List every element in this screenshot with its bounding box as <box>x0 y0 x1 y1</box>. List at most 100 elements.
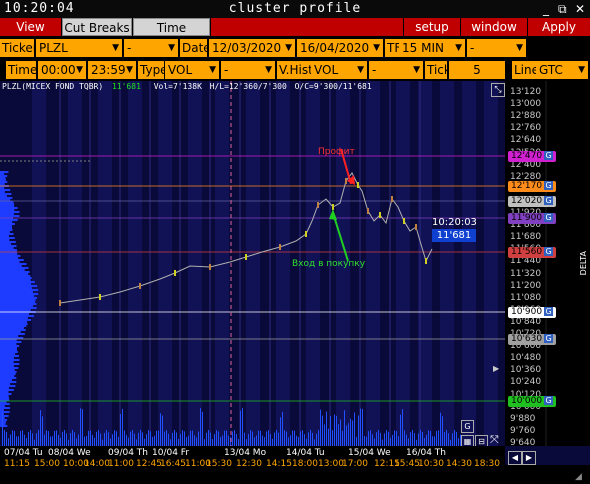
level-tag[interactable]: 10'630 G <box>508 334 557 345</box>
date-label: 10/04 Fr <box>152 448 190 458</box>
volume-bar <box>100 433 101 446</box>
info-last: 11'681 <box>111 82 141 91</box>
ticker-extra-value: - <box>127 41 132 55</box>
profile-bar <box>0 331 21 333</box>
expand-icon[interactable]: ⤧ <box>490 433 499 447</box>
minimize-button[interactable]: _ <box>543 2 549 16</box>
volume-bar <box>60 437 61 446</box>
volume-bar <box>56 430 57 446</box>
g-button[interactable]: G <box>544 307 554 316</box>
resize-grip-icon[interactable]: ◢ <box>575 472 582 482</box>
vhist-select[interactable]: VOL ▼ <box>311 61 367 79</box>
volume-bar <box>356 436 357 446</box>
profile-bar <box>0 347 17 349</box>
time-interval-button[interactable]: Time Interval <box>133 18 210 53</box>
profile-bar <box>0 403 10 405</box>
candle <box>391 196 393 202</box>
view-dom-button[interactable]: View DOM <box>0 18 61 52</box>
g-button[interactable]: G <box>544 213 554 222</box>
ticker-select[interactable]: PLZL ▼ <box>36 39 122 57</box>
volume-bar <box>104 432 105 446</box>
draw-tool-icon[interactable]: ⤡ <box>491 83 505 97</box>
volume-bar <box>290 435 291 446</box>
volume-bar <box>112 434 113 446</box>
candle <box>209 264 211 270</box>
level-tag[interactable]: 12'170 G <box>508 181 557 192</box>
vhist-extra-select[interactable]: - ▼ <box>369 61 423 79</box>
tf-extra-select[interactable]: - ▼ <box>467 39 526 57</box>
profile-bar <box>0 281 35 283</box>
time-label: 14:30 <box>446 459 472 469</box>
volume-bar <box>74 432 75 446</box>
price-tick: 12'760 <box>510 123 542 134</box>
profile-bar <box>0 411 10 413</box>
level-tag[interactable]: 11'560 G <box>508 247 557 258</box>
level-tag[interactable]: 11'900 G <box>508 213 557 224</box>
level-tag[interactable]: 10'900 G <box>508 307 557 318</box>
cut-breaks-button[interactable]: Cut Breaks <box>62 18 132 36</box>
volume-bar <box>164 431 165 446</box>
volume-bar <box>202 411 203 446</box>
tf-select[interactable]: 15 MIN ▼ <box>399 39 465 57</box>
level-tag[interactable]: 12'020 G <box>508 196 557 207</box>
volume-bar <box>396 430 397 446</box>
profile-bar <box>0 213 14 215</box>
ticker-extra-select[interactable]: - ▼ <box>124 39 178 57</box>
level-tag-label: 10'630 <box>511 334 543 344</box>
volume-bar <box>186 437 187 446</box>
scroll-left-icon[interactable]: ◀ <box>508 451 522 465</box>
volume-bar <box>4 430 5 446</box>
volume-bar <box>14 431 15 446</box>
volume-bar <box>122 408 123 446</box>
grid-toggle-icon[interactable]: G <box>461 420 474 433</box>
g-button[interactable]: G <box>544 196 554 205</box>
tick-input[interactable]: 5 <box>449 61 505 79</box>
profile-bar <box>0 215 20 217</box>
scroll-icon[interactable]: ▶ <box>493 364 499 373</box>
restore-button[interactable]: ⧉ <box>558 2 567 17</box>
setup-button[interactable]: setup <box>404 18 460 36</box>
time-from-select[interactable]: 00:00 ▼ <box>38 61 86 79</box>
close-button[interactable]: ✕ <box>575 2 585 16</box>
profile-bar <box>0 205 15 207</box>
date-from-select[interactable]: 12/03/2020 ▼ <box>209 39 295 57</box>
profile-bar <box>0 255 21 257</box>
info-bar: PLZL(MICEX FOND TQBR) 11'681 Vol=7'138K … <box>2 82 372 91</box>
window-button[interactable]: window <box>461 18 527 36</box>
line-select[interactable]: GTC ▼ <box>536 61 588 79</box>
time-to-select[interactable]: 23:59 ▼ <box>88 61 136 79</box>
chart-area[interactable]: PLZL(MICEX FOND TQBR) 11'681 Vol=7'138K … <box>0 81 590 465</box>
volume-bar <box>452 433 453 446</box>
g-button[interactable]: G <box>544 181 554 190</box>
g-button[interactable]: G <box>544 151 554 160</box>
profile-bar <box>0 373 16 375</box>
date-label: 16/04 Th <box>406 448 446 458</box>
volume-bar <box>376 432 377 446</box>
time-label: 12:30 <box>236 459 262 469</box>
type-extra-select[interactable]: - ▼ <box>221 61 275 79</box>
vhist-label: V.Hist <box>277 61 313 79</box>
type-extra-value: - <box>224 63 229 77</box>
volume-bar <box>252 431 253 446</box>
g-button[interactable]: G <box>544 396 554 405</box>
volume-bar <box>62 431 63 446</box>
volume-bar <box>418 433 419 446</box>
price-tick: 10'480 <box>510 353 542 364</box>
volume-bar <box>92 435 93 446</box>
volume-bar <box>432 436 433 446</box>
volume-bar <box>442 416 443 446</box>
level-tag[interactable]: 12'470 G <box>508 151 557 162</box>
chevron-down-icon: ▼ <box>373 43 380 53</box>
profile-bar <box>0 279 31 281</box>
g-button[interactable]: G <box>544 247 554 256</box>
type-select[interactable]: VOL ▼ <box>165 61 219 79</box>
g-button[interactable]: G <box>544 334 554 343</box>
apply-button[interactable]: Apply <box>528 18 590 36</box>
scroll-right-icon[interactable]: ▶ <box>522 451 536 465</box>
level-tag[interactable]: 10'000 G <box>508 396 557 407</box>
time-label: 18:00 <box>292 459 318 469</box>
chevron-down-icon: ▼ <box>578 65 585 75</box>
level-tag-label: 10'900 <box>511 307 543 317</box>
date-to-select[interactable]: 16/04/2020 ▼ <box>297 39 383 57</box>
price-tick: 10'240 <box>510 377 542 388</box>
